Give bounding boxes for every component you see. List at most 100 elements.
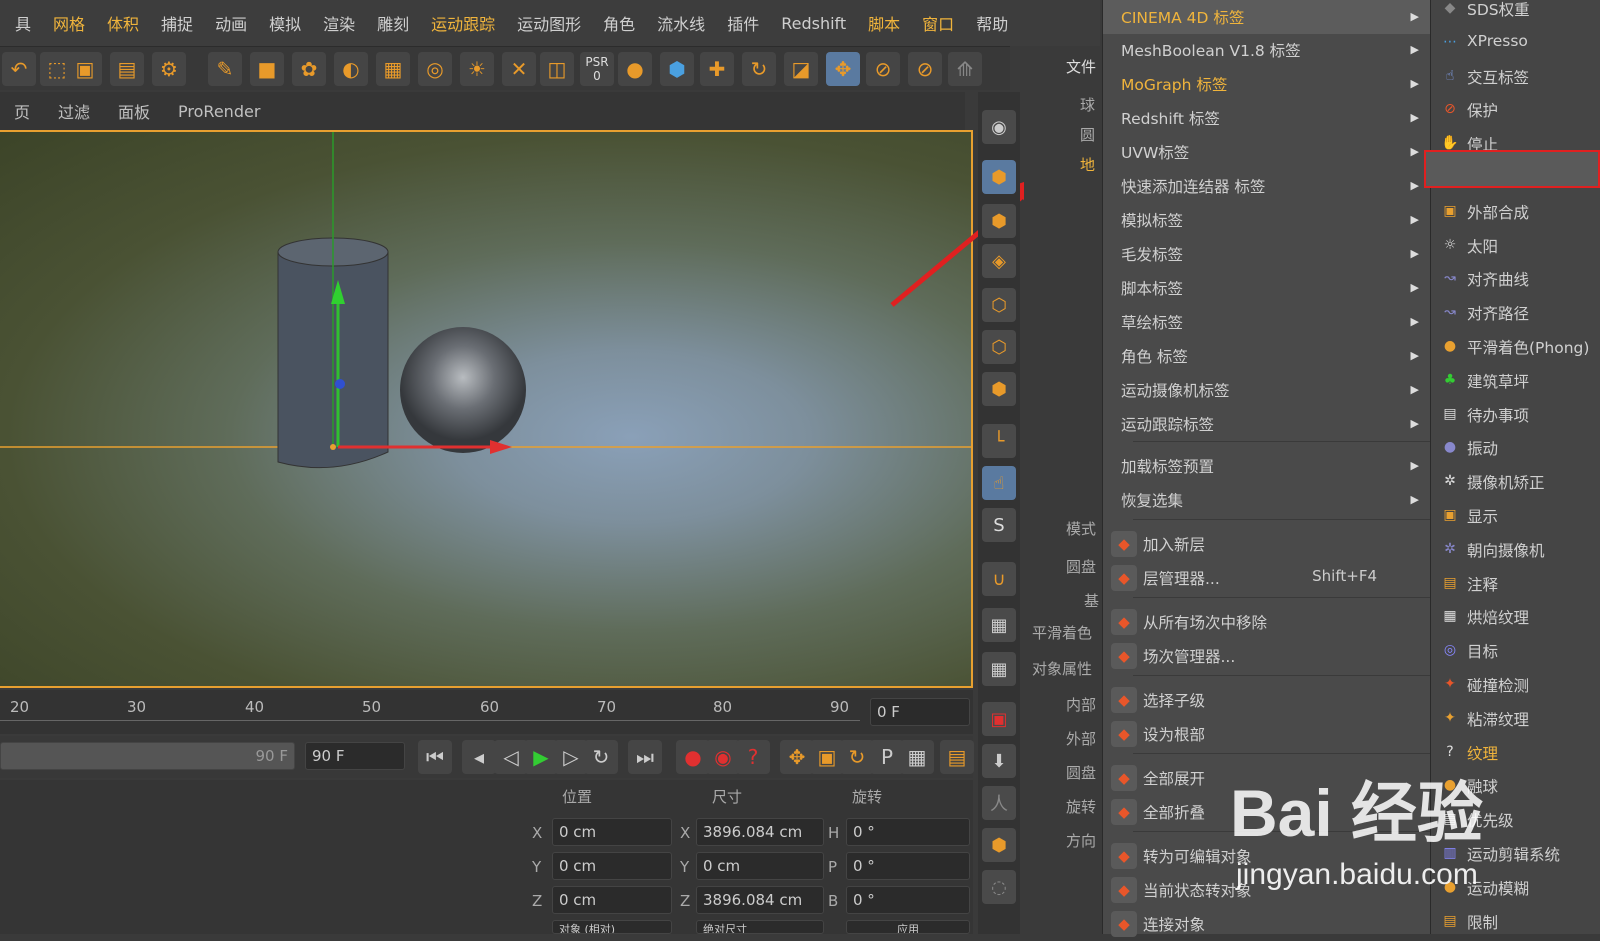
submenu-item[interactable]: ☝ 交互标签 bbox=[1431, 60, 1600, 93]
view-menu-item[interactable]: 页 bbox=[0, 99, 44, 123]
auto-key-icon[interactable]: ◉ bbox=[706, 740, 740, 774]
size-y-field[interactable]: 0 cm bbox=[696, 852, 824, 880]
rot-p-field[interactable]: 0 ° bbox=[846, 852, 970, 880]
context-menu-item[interactable]: MeshBoolean V1.8 标签 ▶ bbox=[1103, 33, 1431, 67]
end-frame-field[interactable]: 90 F bbox=[305, 742, 405, 770]
key-pla-icon[interactable]: ▦ bbox=[900, 740, 934, 774]
box-icon[interactable]: ⬢ bbox=[982, 828, 1016, 862]
deformer-icon[interactable]: ◐ bbox=[334, 52, 368, 86]
size-mode-select[interactable]: 绝对尺寸 bbox=[696, 920, 824, 934]
psr-button[interactable]: PSR 0 bbox=[580, 52, 614, 86]
texture-mode-icon[interactable]: ⬢ bbox=[982, 204, 1016, 238]
layer-icon[interactable]: ▣ bbox=[982, 702, 1016, 736]
context-menu-item[interactable]: 运动摄像机标签 ▶ bbox=[1103, 373, 1431, 407]
rotate-icon[interactable]: ↻ bbox=[742, 52, 776, 86]
range-slider[interactable]: 90 F bbox=[0, 742, 295, 770]
camera-icon[interactable]: ◎ bbox=[418, 52, 452, 86]
go-end-icon[interactable]: ⏭ bbox=[628, 740, 662, 774]
key-move-icon[interactable]: ✥ bbox=[780, 740, 814, 774]
plus-icon[interactable]: ✚ bbox=[700, 52, 734, 86]
play-icon[interactable]: ▶ bbox=[524, 740, 558, 774]
points-icon[interactable]: ⬡ bbox=[982, 288, 1016, 322]
floor-icon[interactable]: ▦ bbox=[376, 52, 410, 86]
grid-icon[interactable]: ▦ bbox=[982, 652, 1016, 686]
view-menu-item[interactable]: ProRender bbox=[164, 102, 274, 121]
submenu-item[interactable]: ▤ 限制 bbox=[1431, 905, 1600, 938]
submenu-item[interactable]: ⊘ 保护 bbox=[1431, 93, 1600, 126]
rect-select-icon[interactable]: ⊘ bbox=[908, 52, 942, 86]
figure-icon[interactable]: 人 bbox=[982, 786, 1016, 820]
submenu-item[interactable]: ◆ SDS权重 bbox=[1431, 0, 1600, 25]
radio-label[interactable]: 旋转 bbox=[1066, 796, 1096, 817]
context-menu-item[interactable]: 加载标签预置 ▶ bbox=[1103, 449, 1431, 483]
edges-icon[interactable]: ⬡ bbox=[982, 330, 1016, 364]
axis-mode-icon[interactable]: └ bbox=[982, 424, 1016, 458]
lasso-icon[interactable]: ⟰ bbox=[948, 52, 982, 86]
mode-tab[interactable]: 模式 bbox=[1066, 518, 1096, 539]
submenu-item[interactable]: ↝ 对齐路径 bbox=[1431, 296, 1600, 329]
submenu-item[interactable]: ▣ 外部合成 bbox=[1431, 195, 1600, 228]
context-menu-item[interactable]: CINEMA 4D 标签 ▶ bbox=[1103, 0, 1431, 34]
mograph-icon[interactable]: ✿ bbox=[292, 52, 326, 86]
pos-y-field[interactable]: 0 cm bbox=[552, 852, 672, 880]
submenu-item[interactable]: ✲ 朝向摄像机 bbox=[1431, 533, 1600, 566]
context-menu-item[interactable]: 毛发标签 ▶ bbox=[1103, 237, 1431, 271]
context-menu-item[interactable]: MoGraph 标签 ▶ bbox=[1103, 67, 1431, 101]
timeline[interactable]: 20 30 40 50 60 70 80 90 0 F bbox=[0, 690, 973, 734]
submenu-item[interactable]: ♣ 建筑草坪 bbox=[1431, 364, 1600, 397]
key-rotate-icon[interactable]: ↻ bbox=[840, 740, 874, 774]
submenu-item[interactable]: ◎ 目标 bbox=[1431, 634, 1600, 667]
next-frame-icon[interactable]: ▷ bbox=[554, 740, 588, 774]
submenu-item[interactable]: ▣ 显示 bbox=[1431, 499, 1600, 532]
menu-item[interactable]: 动画 bbox=[204, 11, 258, 35]
pen-icon[interactable]: ✎ bbox=[208, 52, 242, 86]
context-menu-item[interactable]: UVW标签 ▶ bbox=[1103, 135, 1431, 169]
prev-frame-icon[interactable]: ◁ bbox=[494, 740, 528, 774]
radio-label[interactable]: 圆盘 bbox=[1066, 762, 1096, 783]
submenu-item[interactable]: ✦ 碰撞检测 bbox=[1431, 668, 1600, 701]
xyz-icon[interactable]: ● bbox=[618, 52, 652, 86]
coord-mode-select[interactable]: 对象 (相对) bbox=[552, 920, 672, 934]
record-icon[interactable]: ● bbox=[676, 740, 710, 774]
render-settings-icon[interactable]: ⚙ bbox=[152, 52, 186, 86]
rot-b-field[interactable]: 0 ° bbox=[846, 886, 970, 914]
scale-icon[interactable]: ◪ bbox=[784, 52, 818, 86]
menu-item[interactable]: 运动跟踪 bbox=[420, 11, 506, 35]
lock-grid-icon[interactable]: ▦ bbox=[982, 608, 1016, 642]
polygons-icon[interactable]: ⬢ bbox=[982, 372, 1016, 406]
keyframe-icon[interactable]: ? bbox=[736, 740, 770, 774]
apply-button[interactable]: 应用 bbox=[846, 920, 970, 934]
menu-item[interactable]: Redshift bbox=[770, 14, 857, 33]
context-menu-item[interactable]: 连接对象 ◆ bbox=[1103, 907, 1431, 941]
submenu-item[interactable]: ▦ 烘焙纹理 bbox=[1431, 600, 1600, 633]
menu-item[interactable]: 插件 bbox=[716, 11, 770, 35]
viewport[interactable] bbox=[0, 130, 973, 688]
context-menu-item[interactable]: 恢复选集 ▶ bbox=[1103, 483, 1431, 517]
submenu-item[interactable]: ● 振动 bbox=[1431, 431, 1600, 464]
menu-item[interactable]: 渲染 bbox=[312, 11, 366, 35]
context-menu-item[interactable]: Redshift 标签 ▶ bbox=[1103, 101, 1431, 135]
current-frame-field[interactable]: 0 F bbox=[870, 698, 970, 726]
context-menu-item[interactable]: 脚本标签 ▶ bbox=[1103, 271, 1431, 305]
tweak-icon[interactable]: ☝ bbox=[982, 466, 1016, 500]
pos-x-field[interactable]: 0 cm bbox=[552, 818, 672, 846]
radio-label[interactable]: 内部 bbox=[1066, 694, 1096, 715]
file-tab[interactable]: 文件 bbox=[1066, 56, 1096, 77]
submenu-item[interactable]: ▤ 注释 bbox=[1431, 567, 1600, 600]
view-menu-item[interactable]: 面板 bbox=[104, 99, 164, 123]
menu-item[interactable]: 网格 bbox=[42, 11, 96, 35]
circle-icon[interactable]: ◌ bbox=[982, 870, 1016, 904]
render-view-icon[interactable]: ▣ bbox=[68, 52, 102, 86]
object-item[interactable]: 圆 bbox=[1080, 124, 1095, 145]
menu-item[interactable]: 体积 bbox=[96, 11, 150, 35]
submenu-item[interactable]: ⋯ XPresso bbox=[1431, 26, 1600, 59]
context-menu-item[interactable]: 运动跟踪标签 ▶ bbox=[1103, 407, 1431, 441]
snap-s-icon[interactable]: S bbox=[982, 508, 1016, 542]
submenu-item[interactable]: ✲ 摄像机矫正 bbox=[1431, 465, 1600, 498]
menu-item[interactable]: 捕捉 bbox=[150, 11, 204, 35]
cube-green-icon[interactable]: ■ bbox=[250, 52, 284, 86]
view-menu-item[interactable]: 过滤 bbox=[44, 99, 104, 123]
object-mode-icon[interactable]: ⬢ bbox=[660, 52, 694, 86]
menu-item[interactable]: 脚本 bbox=[857, 11, 911, 35]
menu-item[interactable]: 具 bbox=[4, 11, 42, 35]
